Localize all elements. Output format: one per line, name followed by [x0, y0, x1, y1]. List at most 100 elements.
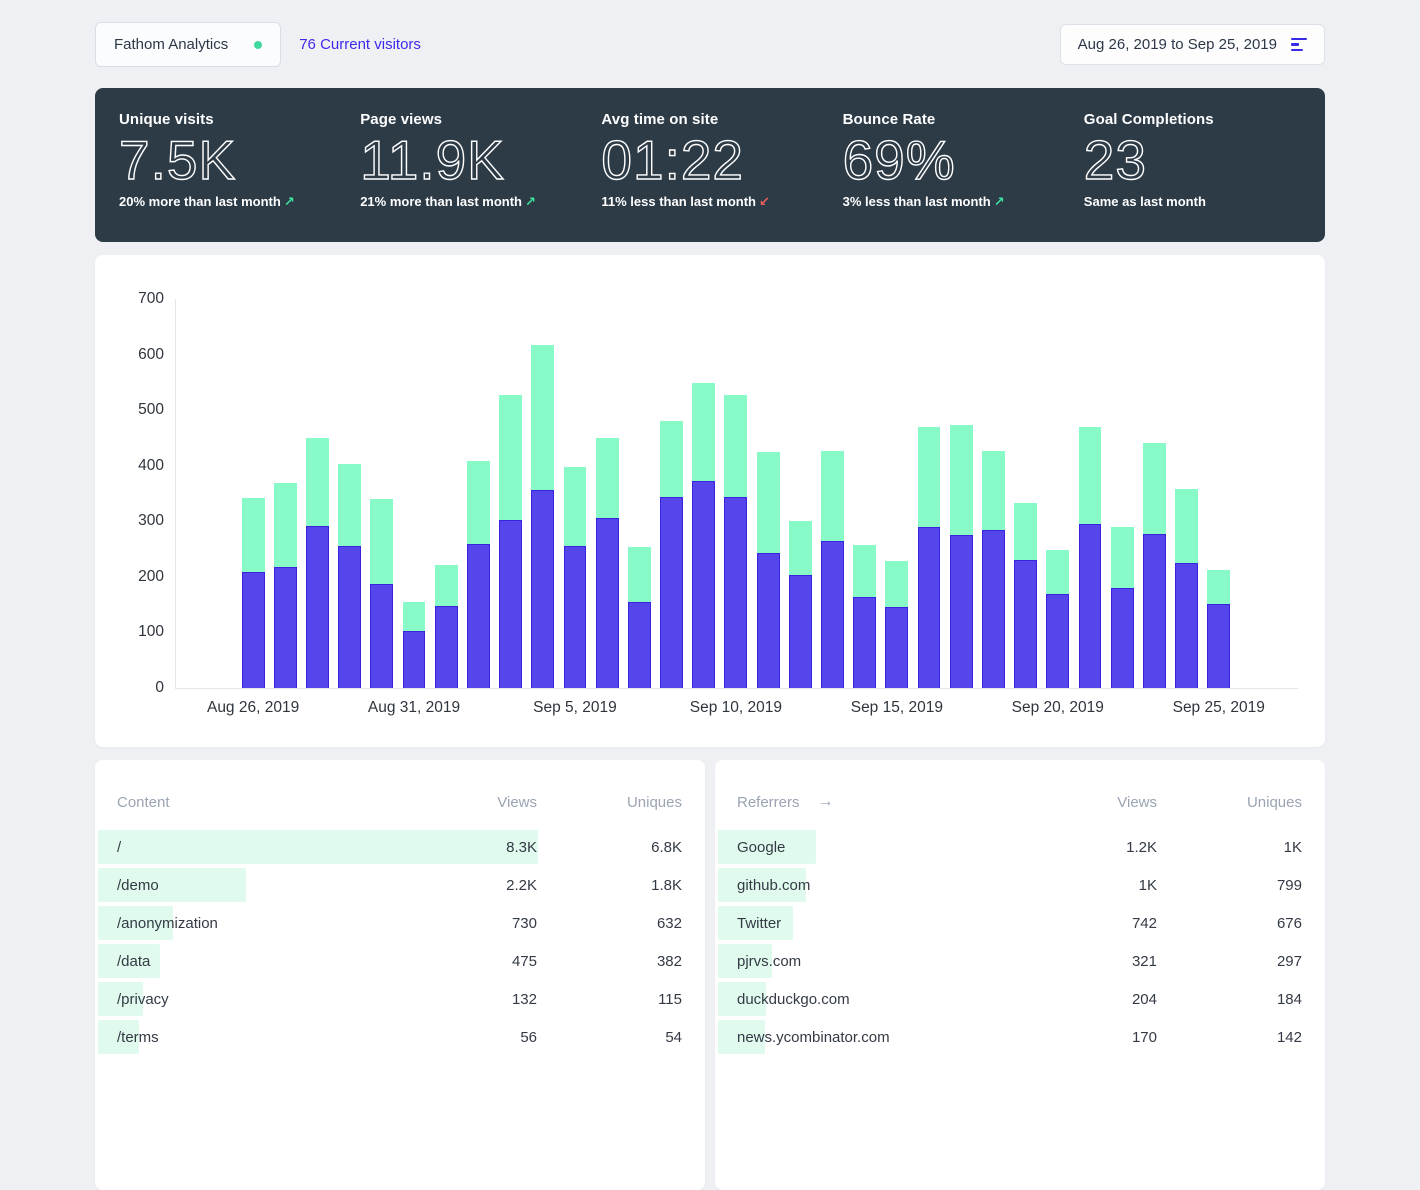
chart-bar-sep-12 — [784, 299, 816, 688]
unique-visits-segment — [950, 535, 973, 688]
referrer-row[interactable]: pjrvs.com321297 — [715, 942, 1325, 980]
bar[interactable] — [950, 425, 973, 688]
row-views: 730 — [422, 915, 537, 932]
bar[interactable] — [821, 451, 844, 688]
content-row[interactable]: /privacy132115 — [95, 980, 705, 1018]
stat-change: 21% more than last month↗ — [360, 194, 601, 210]
page-views-segment — [1143, 443, 1166, 534]
bar[interactable] — [338, 464, 361, 689]
referrer-row[interactable]: news.ycombinator.com170142 — [715, 1018, 1325, 1056]
referrers-drilldown-arrow-icon[interactable]: → — [818, 793, 834, 811]
row-label: /terms — [117, 1029, 422, 1046]
chart-bar-sep-18 — [977, 299, 1009, 688]
chart-bar-sep-15 — [881, 299, 913, 688]
referrer-row[interactable]: Twitter742676 — [715, 904, 1325, 942]
bar[interactable] — [885, 561, 908, 688]
stats-panel: Unique visits 7.5K 20% more than last mo… — [95, 88, 1325, 242]
bar[interactable] — [1175, 489, 1198, 688]
site-name: Fathom Analytics — [114, 36, 228, 53]
bar[interactable] — [403, 602, 426, 688]
row-label: /data — [117, 953, 422, 970]
bar[interactable] — [853, 545, 876, 688]
unique-visits-segment — [499, 520, 522, 688]
chart-bar-sep-19 — [1010, 299, 1042, 688]
bar[interactable] — [499, 395, 522, 688]
y-tick-label: 100 — [138, 623, 164, 641]
unique-visits-segment — [789, 575, 812, 688]
page-views-segment — [370, 499, 393, 585]
row-views: 8.3K — [422, 839, 537, 856]
unique-visits-segment — [660, 497, 683, 688]
bar[interactable] — [982, 451, 1005, 688]
unique-visits-segment — [1014, 560, 1037, 688]
dashboard: Fathom Analytics 76 Current visitors Aug… — [95, 22, 1325, 1190]
bar[interactable] — [306, 438, 329, 688]
visitors-chart-card: 0100200300400500600700 Aug 26, 2019Aug 3… — [95, 255, 1325, 747]
chart-bar-sep-17 — [945, 299, 977, 688]
content-row[interactable]: /demo2.2K1.8K — [95, 866, 705, 904]
bar[interactable] — [692, 383, 715, 688]
content-row[interactable]: /data475382 — [95, 942, 705, 980]
bar[interactable] — [435, 565, 458, 688]
row-uniques: 382 — [537, 953, 682, 970]
bar[interactable] — [242, 498, 265, 689]
chart-bar-aug-31 — [398, 299, 430, 688]
unique-visits-segment — [596, 518, 619, 688]
bar[interactable] — [628, 547, 651, 688]
y-tick-label: 500 — [138, 401, 164, 419]
chart-bar-sep-2 — [462, 299, 494, 688]
bar[interactable] — [918, 427, 941, 688]
page-views-segment — [499, 395, 522, 520]
bar[interactable] — [596, 438, 619, 688]
page-views-segment — [885, 561, 908, 607]
bar[interactable] — [467, 461, 490, 688]
bar[interactable] — [1046, 550, 1069, 688]
row-uniques: 1.8K — [537, 877, 682, 894]
chart-x-axis: Aug 26, 2019Aug 31, 2019Sep 5, 2019Sep 1… — [176, 699, 1298, 719]
chart-bar-sep-13 — [816, 299, 848, 688]
uniques-column-header: Uniques — [537, 794, 682, 811]
uniques-column-header: Uniques — [1157, 794, 1302, 811]
bar[interactable] — [1143, 443, 1166, 688]
row-label: pjrvs.com — [737, 953, 1042, 970]
bar[interactable] — [1014, 503, 1037, 689]
row-views: 56 — [422, 1029, 537, 1046]
trend-up-icon: ↗ — [994, 194, 1005, 209]
date-range-button[interactable]: Aug 26, 2019 to Sep 25, 2019 — [1060, 24, 1325, 65]
site-switcher-button[interactable]: Fathom Analytics — [95, 22, 281, 67]
unique-visits-segment — [242, 572, 265, 688]
page-views-segment — [435, 565, 458, 606]
bar[interactable] — [660, 421, 683, 688]
stat-avg-time: Avg time on site 01:22 11% less than las… — [601, 111, 842, 219]
page-views-segment — [467, 461, 490, 544]
trend-up-icon: ↗ — [284, 194, 295, 209]
page-views-segment — [918, 427, 941, 527]
chart-bar-sep-16 — [913, 299, 945, 688]
page-views-segment — [789, 521, 812, 575]
row-label: Twitter — [737, 915, 1042, 932]
content-row[interactable]: /terms5654 — [95, 1018, 705, 1056]
bar[interactable] — [1079, 427, 1102, 688]
referrer-row[interactable]: duckduckgo.com204184 — [715, 980, 1325, 1018]
bar[interactable] — [274, 483, 297, 688]
content-row[interactable]: /anonymization730632 — [95, 904, 705, 942]
bar[interactable] — [370, 499, 393, 688]
unique-visits-segment — [338, 546, 361, 688]
bar[interactable] — [564, 467, 587, 688]
bar[interactable] — [1207, 570, 1230, 688]
bar[interactable] — [1111, 527, 1134, 688]
bar[interactable] — [724, 395, 747, 688]
bar[interactable] — [757, 452, 780, 688]
chart-bar-sep-8 — [655, 299, 687, 688]
referrer-row[interactable]: github.com1K799 — [715, 866, 1325, 904]
row-uniques: 54 — [537, 1029, 682, 1046]
referrer-row[interactable]: Google1.2K1K — [715, 828, 1325, 866]
bar[interactable] — [531, 345, 554, 688]
chart-bar-sep-22 — [1106, 299, 1138, 688]
bar[interactable] — [789, 521, 812, 688]
current-visitors-link[interactable]: 76 Current visitors — [299, 36, 421, 53]
unique-visits-segment — [982, 530, 1005, 688]
page-views-segment — [338, 464, 361, 547]
content-row[interactable]: /8.3K6.8K — [95, 828, 705, 866]
chart-bar-sep-25 — [1203, 299, 1235, 688]
